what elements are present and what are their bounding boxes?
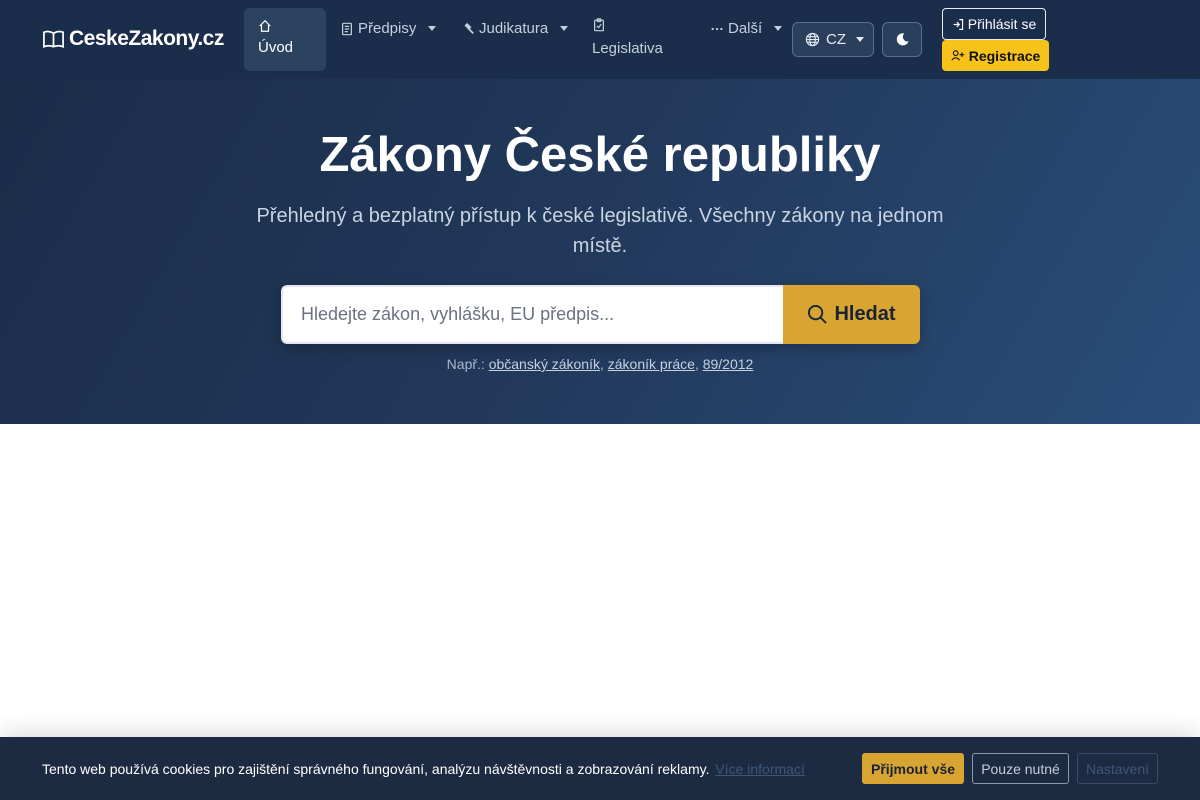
hero-section: Zákony České republiky Přehledný a bezpl…	[0, 79, 1200, 424]
necessary-only-button[interactable]: Pouze nutné	[972, 753, 1069, 784]
more-info-link[interactable]: Více informací	[715, 761, 804, 777]
accept-all-button[interactable]: Přijmout vše	[862, 753, 964, 784]
search-button[interactable]: Hledat	[783, 285, 920, 344]
search-examples: Např.: občanský zákoník, zákoník práce, …	[446, 356, 754, 372]
language-selector[interactable]: CZ	[792, 22, 874, 57]
chevron-down-icon	[428, 26, 437, 31]
language-label: CZ	[826, 31, 846, 48]
hero-subtitle: Přehledný a bezplatný přístup k české le…	[256, 205, 944, 257]
example-link[interactable]: občanský zákoník	[489, 356, 600, 372]
cookie-text: Tento web používá cookies pro zajištění …	[42, 761, 710, 777]
examples-prefix: Např.:	[446, 356, 485, 372]
dots-icon	[711, 27, 723, 30]
register-label: Registrace	[968, 47, 1041, 64]
nav-item-judikatura[interactable]: Judikatura	[461, 20, 569, 37]
nav-item-label: Další	[728, 20, 763, 37]
document-icon	[342, 22, 352, 35]
nav-item-home[interactable]: Úvod	[244, 8, 326, 71]
register-button[interactable]: Registrace	[942, 40, 1049, 71]
nav-item-legislativa[interactable]: Legislativa	[592, 18, 663, 57]
login-icon	[953, 18, 963, 30]
nav-item-label: Předpisy	[358, 20, 417, 37]
hero-title: Zákony České republiky	[319, 128, 881, 182]
cookie-consent-bar: Tento web používá cookies pro zajištění …	[0, 737, 1200, 800]
moon-icon	[896, 33, 909, 46]
book-icon	[43, 30, 64, 48]
nav-item-label: Judikatura	[479, 20, 549, 37]
search-bar: Hledat	[281, 285, 920, 344]
chevron-down-icon	[774, 26, 783, 31]
example-link[interactable]: 89/2012	[703, 356, 754, 372]
login-button[interactable]: Přihlásit se	[942, 8, 1046, 40]
chevron-down-icon	[856, 37, 864, 42]
brand-name: CeskeZakony.cz	[69, 27, 224, 50]
search-button-label: Hledat	[834, 303, 896, 325]
login-label: Přihlásit se	[967, 16, 1037, 32]
user-plus-icon	[951, 50, 964, 61]
home-icon	[259, 19, 271, 32]
clipboard-icon	[594, 18, 604, 32]
hammer-icon	[464, 22, 474, 34]
chevron-down-icon	[560, 26, 569, 31]
brand-logo[interactable]: CeskeZakony.cz	[42, 27, 224, 51]
nav-item-dalsi[interactable]: Další	[710, 20, 783, 37]
theme-toggle-button[interactable]	[882, 22, 922, 57]
globe-icon	[805, 32, 820, 47]
nav-item-predpisy[interactable]: Předpisy	[340, 20, 437, 37]
search-icon	[808, 304, 828, 324]
example-link[interactable]: zákoník práce	[608, 356, 695, 372]
cookie-message: Tento web používá cookies pro zajištění …	[42, 761, 805, 777]
nav-item-label: Legislativa	[592, 40, 663, 57]
cookie-settings-button[interactable]: Nastavení	[1077, 753, 1158, 784]
search-input[interactable]	[281, 285, 783, 344]
nav-item-label: Úvod	[258, 39, 294, 56]
navbar: CeskeZakony.cz Úvod Předpisy Judikatura …	[0, 0, 1200, 79]
